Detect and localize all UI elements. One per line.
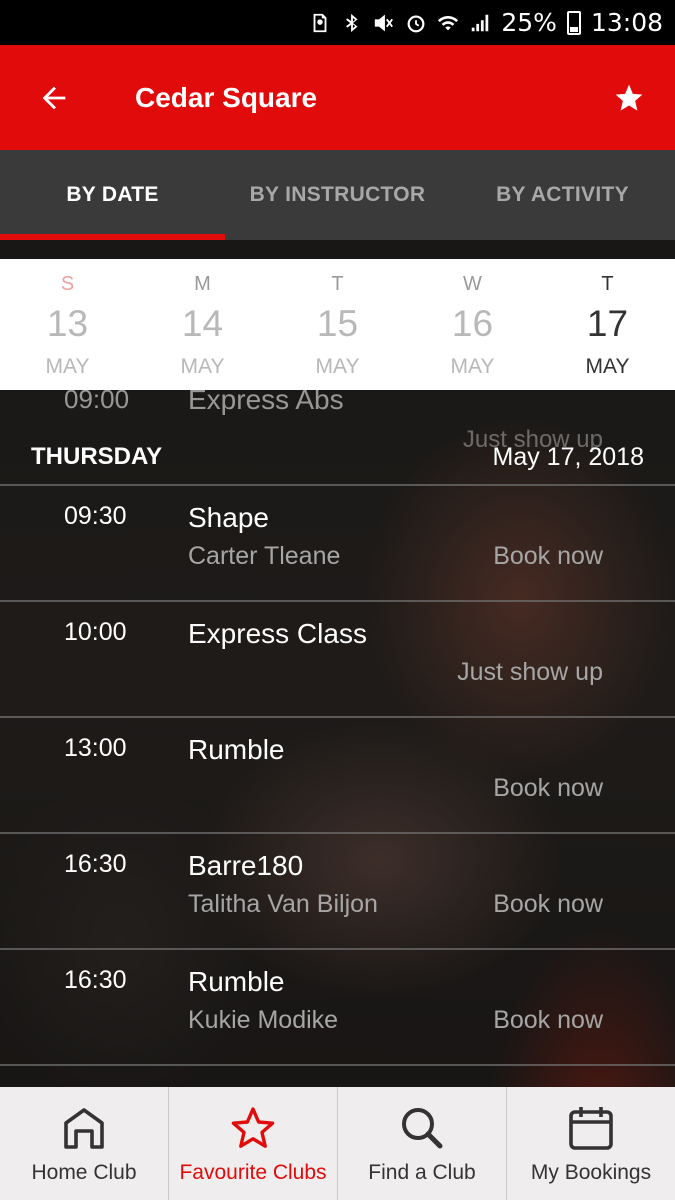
book-now-link[interactable]: Book now xyxy=(493,1006,603,1035)
app-bar: Cedar Square xyxy=(0,45,675,150)
alarm-icon xyxy=(405,12,427,34)
class-instructor: Kukie Modike xyxy=(188,1006,339,1034)
tab-by-activity[interactable]: BY ACTIVITY xyxy=(450,150,675,240)
star-outline-icon xyxy=(231,1107,275,1148)
just-show-up-label: Just show up xyxy=(457,658,603,686)
date-month: MAY xyxy=(450,355,495,378)
list-item-partial[interactable]: 09:00 Express Abs xyxy=(0,390,675,430)
date-weekday: T xyxy=(331,273,344,295)
bottom-navigation: Home Club Favourite Clubs Find a Club My… xyxy=(0,1087,675,1200)
class-name: Rumble xyxy=(188,734,285,765)
class-row[interactable]: 10:00 Express Class Just show up xyxy=(0,600,675,716)
back-button[interactable] xyxy=(28,72,80,124)
tab-bar: BY DATE BY INSTRUCTOR BY ACTIVITY xyxy=(0,150,675,240)
class-row[interactable]: 16:30 Barre180 Talitha Van Biljon Book n… xyxy=(0,832,675,948)
date-number: 14 xyxy=(181,303,224,344)
date-item[interactable]: T 15 MAY xyxy=(270,259,405,390)
day-name: THURSDAY xyxy=(31,443,163,470)
status-bar: 25% 13:08 xyxy=(0,0,675,45)
list-item-peek[interactable] xyxy=(0,1064,675,1088)
day-date: May 17, 2018 xyxy=(492,442,645,471)
nav-favourite-clubs[interactable]: Favourite Clubs xyxy=(169,1087,338,1200)
date-weekday: T xyxy=(601,273,614,295)
date-item[interactable]: M 14 MAY xyxy=(135,259,270,390)
class-row[interactable]: 13:00 Rumble Book now xyxy=(0,716,675,832)
date-number: 15 xyxy=(316,303,359,344)
calendar-icon xyxy=(569,1107,613,1150)
book-now-link[interactable]: Book now xyxy=(493,890,603,919)
class-row[interactable]: 16:30 Rumble Kukie Modike Book now xyxy=(0,948,675,1064)
date-month: MAY xyxy=(315,355,360,378)
date-picker-strip: S 13 MAY M 14 MAY T 15 MAY W 16 MAY T 17… xyxy=(0,259,675,390)
tab-by-instructor[interactable]: BY INSTRUCTOR xyxy=(225,150,450,240)
nav-my-bookings[interactable]: My Bookings xyxy=(507,1087,675,1200)
nav-label: Home Club xyxy=(31,1161,137,1184)
battery-percent: 25% xyxy=(501,8,557,37)
date-item[interactable]: W 16 MAY xyxy=(405,259,540,390)
class-name: Barre180 xyxy=(188,850,304,881)
class-instructor: Carter Tleane xyxy=(188,542,341,570)
class-time: 16:30 xyxy=(64,966,127,994)
class-name: Express Abs xyxy=(188,390,344,415)
page-title: Cedar Square xyxy=(135,81,318,113)
nav-label: Favourite Clubs xyxy=(179,1161,327,1184)
class-time: 13:00 xyxy=(64,734,127,762)
book-now-link[interactable]: Book now xyxy=(493,542,603,571)
home-icon xyxy=(64,1108,104,1149)
nav-home-club[interactable]: Home Club xyxy=(0,1087,169,1200)
class-name: Rumble xyxy=(188,966,285,997)
battery-icon xyxy=(566,10,581,35)
back-arrow-icon xyxy=(42,86,66,109)
wifi-icon xyxy=(437,12,459,34)
status-time: 13:08 xyxy=(590,8,663,37)
class-time: 10:00 xyxy=(64,618,127,646)
date-month: MAY xyxy=(585,355,630,378)
tab-by-date[interactable]: BY DATE xyxy=(0,150,225,240)
nav-label: My Bookings xyxy=(530,1161,652,1184)
star-icon xyxy=(615,84,643,111)
nav-label: Find a Club xyxy=(368,1161,476,1184)
class-time: 16:30 xyxy=(64,850,127,878)
class-name: Shape xyxy=(188,502,269,533)
date-month: MAY xyxy=(45,355,90,378)
date-number: 17 xyxy=(586,303,629,344)
class-row[interactable]: 09:30 Shape Carter Tleane Book now xyxy=(0,484,675,600)
date-weekday: M xyxy=(194,273,211,295)
search-icon xyxy=(402,1108,443,1149)
class-time: 09:30 xyxy=(64,502,127,530)
book-now-link[interactable]: Book now xyxy=(493,774,603,803)
class-time: 09:00 xyxy=(64,390,130,414)
day-section-header: THURSDAY May 17, 2018 xyxy=(0,430,675,484)
mute-icon xyxy=(373,12,395,34)
class-instructor: Talitha Van Biljon xyxy=(188,890,378,918)
favourite-button[interactable] xyxy=(603,72,655,124)
bluetooth-icon xyxy=(341,12,363,34)
date-item-selected[interactable]: T 17 MAY xyxy=(540,259,675,390)
date-number: 13 xyxy=(46,303,89,344)
signal-icon xyxy=(469,12,491,34)
date-weekday: S xyxy=(60,273,75,295)
date-weekday: W xyxy=(463,273,482,295)
date-number: 16 xyxy=(451,303,494,344)
sim-alert-icon xyxy=(309,12,331,34)
nav-find-a-club[interactable]: Find a Club xyxy=(338,1087,507,1200)
date-item[interactable]: S 13 MAY xyxy=(0,259,135,390)
date-month: MAY xyxy=(180,355,225,378)
class-name: Express Class xyxy=(188,618,367,649)
